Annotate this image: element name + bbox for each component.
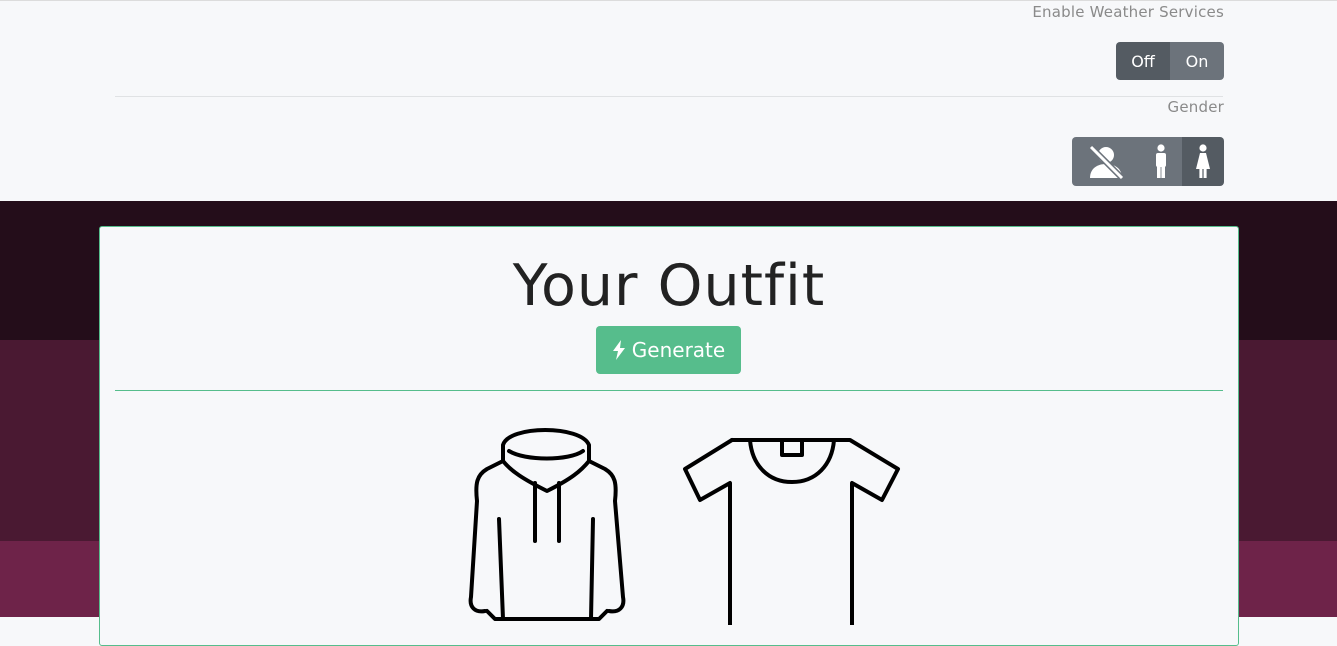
settings-divider xyxy=(115,96,1223,97)
gender-toggle xyxy=(1072,137,1224,186)
gender-male-button[interactable] xyxy=(1140,137,1182,186)
generate-button[interactable]: Generate xyxy=(596,326,741,374)
outfit-card: Your Outfit Generate xyxy=(99,226,1239,646)
gender-none-button[interactable] xyxy=(1072,137,1140,186)
weather-services-label: Enable Weather Services xyxy=(1032,3,1224,21)
outfit-title: Your Outfit xyxy=(512,253,826,319)
lightning-icon xyxy=(612,340,625,360)
weather-on-button[interactable]: On xyxy=(1170,42,1224,80)
hoodie-icon xyxy=(468,428,626,621)
settings-panel: Enable Weather Services Off On Gender xyxy=(0,0,1337,201)
male-icon xyxy=(1156,143,1166,178)
tshirt-icon xyxy=(683,438,900,625)
female-icon xyxy=(1196,143,1210,178)
weather-toggle: Off On xyxy=(1116,42,1224,80)
no-person-icon xyxy=(1088,144,1125,180)
outfit-divider xyxy=(115,390,1223,391)
generate-label: Generate xyxy=(631,338,726,362)
gender-female-button[interactable] xyxy=(1182,137,1224,186)
weather-off-button[interactable]: Off xyxy=(1116,42,1170,80)
gender-label: Gender xyxy=(1167,98,1224,116)
